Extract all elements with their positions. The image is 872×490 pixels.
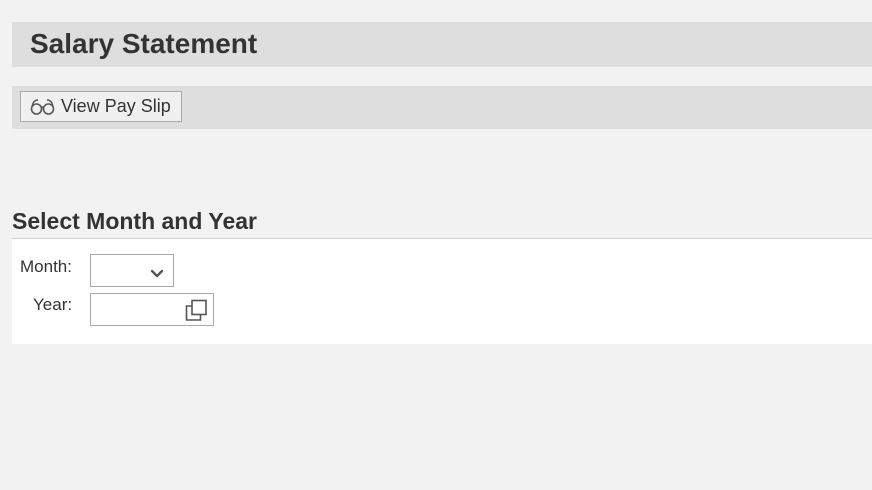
view-pay-slip-button[interactable]: View Pay Slip: [20, 91, 182, 122]
section-title: Select Month and Year: [12, 208, 257, 234]
month-select[interactable]: [90, 254, 174, 287]
toolbar: View Pay Slip: [12, 86, 872, 129]
chevron-down-icon[interactable]: [150, 266, 164, 284]
year-input[interactable]: [91, 294, 181, 325]
year-label: Year:: [33, 295, 73, 314]
year-field[interactable]: [90, 293, 214, 326]
title-bar: Salary Statement: [12, 22, 872, 67]
glasses-icon: [30, 98, 55, 116]
month-label: Month:: [20, 257, 72, 276]
page-title: Salary Statement: [30, 28, 258, 59]
form-panel: Month: Year:: [12, 239, 872, 344]
view-pay-slip-label: View Pay Slip: [61, 96, 171, 116]
value-help-icon[interactable]: [185, 299, 208, 327]
